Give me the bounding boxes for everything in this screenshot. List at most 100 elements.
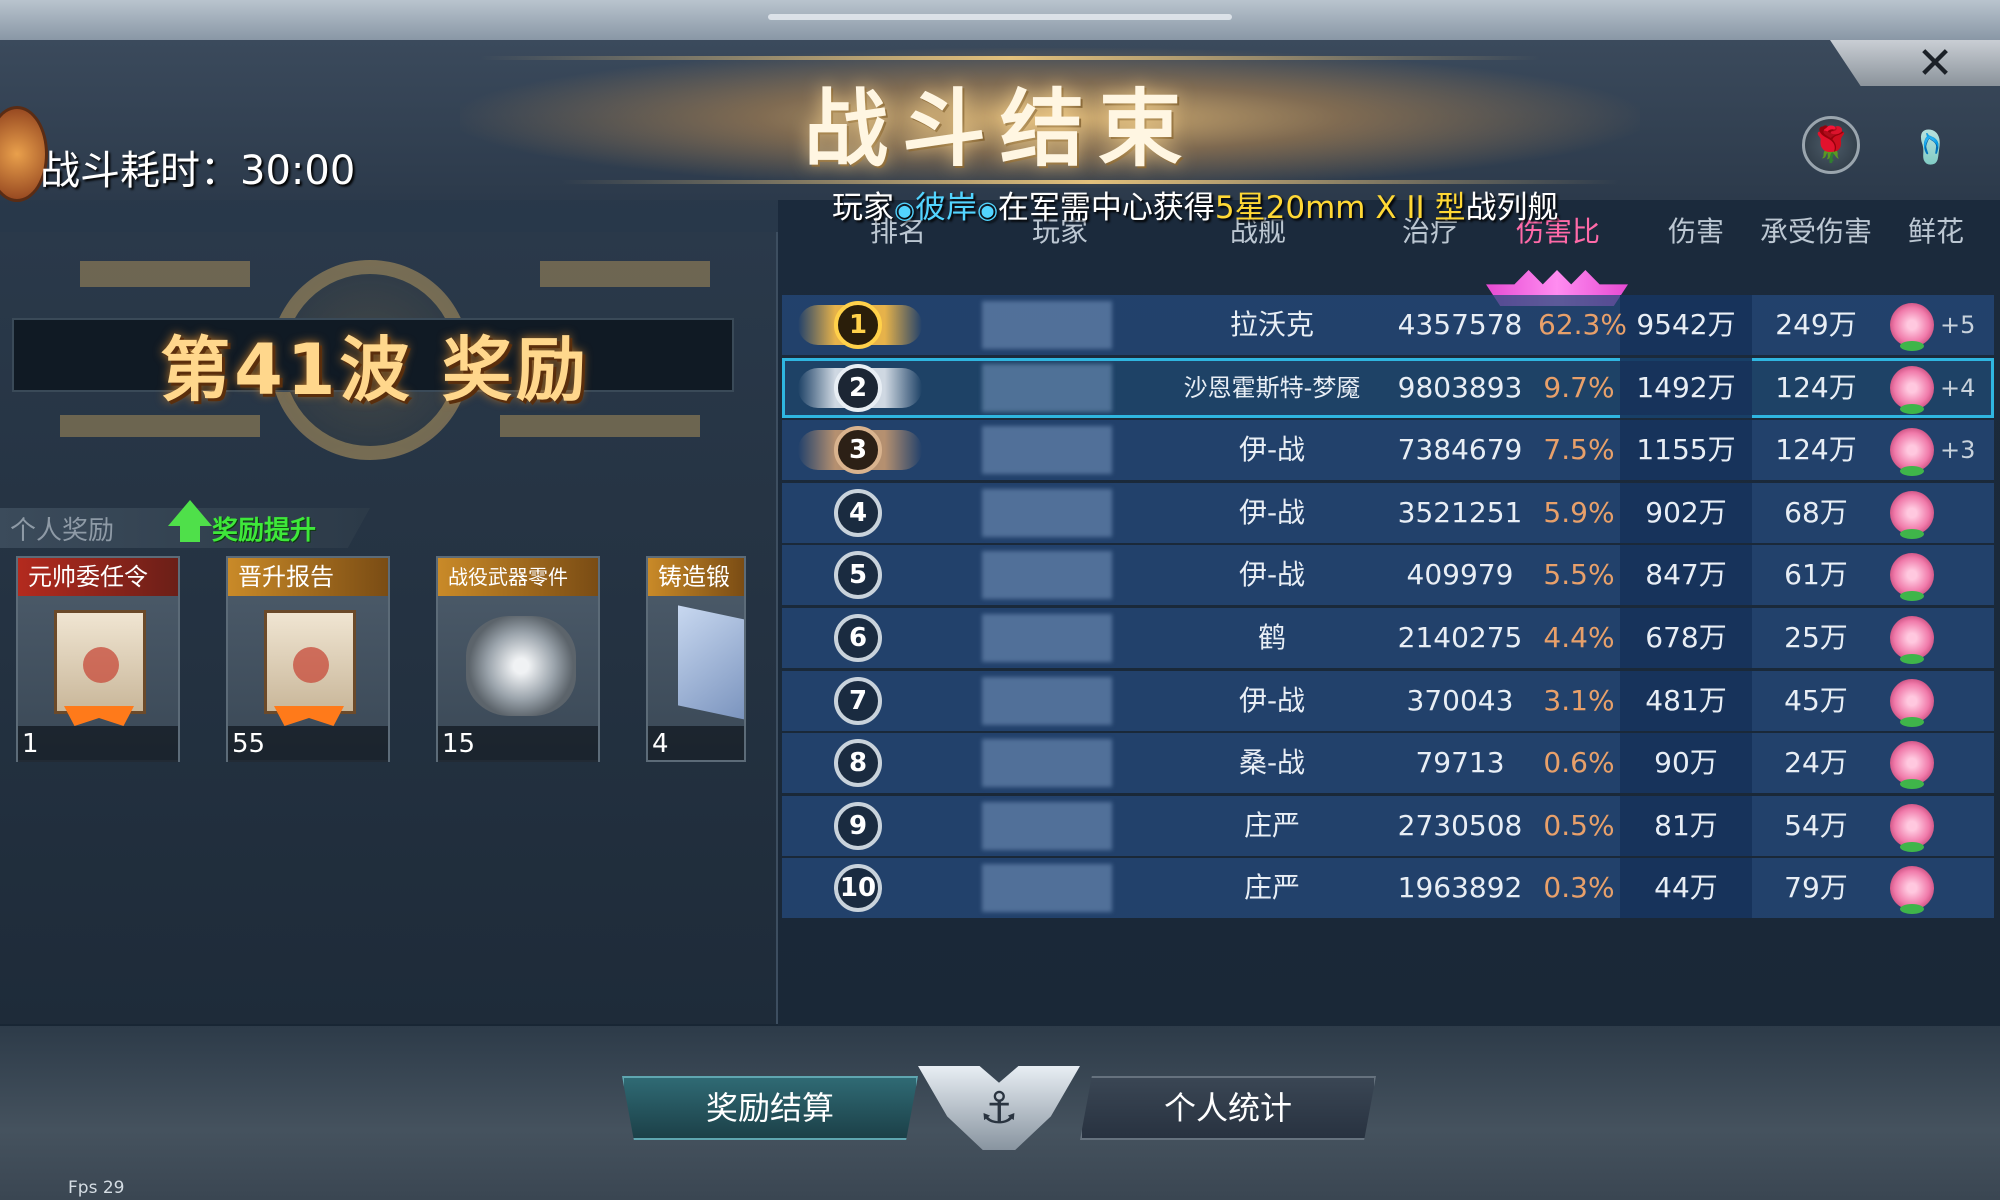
rank-number: 5 <box>834 551 882 599</box>
cell-taken: 249万 <box>1775 308 1857 341</box>
cell-taken: 79万 <box>1784 871 1848 904</box>
cell-dmg: 678万 <box>1645 621 1727 654</box>
reward-qty: 1 <box>18 726 178 762</box>
player-name-redacted[interactable] <box>982 864 1112 912</box>
cell-pct: 4.4% <box>1543 621 1615 654</box>
rose-icon[interactable] <box>1890 679 1934 727</box>
table-row[interactable]: 10 庄严 1963892 0.3% 44万 79万 <box>782 858 1994 918</box>
flower-count: +3 <box>1940 436 1976 464</box>
cell-taken: 25万 <box>1784 621 1848 654</box>
cell-pct: 9.7% <box>1543 371 1615 404</box>
flower-count: +4 <box>1940 374 1976 402</box>
rank-number: 1 <box>834 301 882 349</box>
cell-dmg: 1155万 <box>1636 433 1736 466</box>
player-name-redacted[interactable] <box>982 301 1112 349</box>
table-row[interactable]: 9 庄严 2730508 0.5% 81万 54万 <box>782 796 1994 856</box>
table-row[interactable]: 2 沙恩霍斯特-梦魇 9803893 9.7% 1492万 124万 +4 <box>782 358 1994 418</box>
announcement-marquee: 玩家◉彼岸◉在军需中心获得5星20mm X II 型战列舰 <box>832 182 1559 227</box>
table-row[interactable]: 8 桑-战 79713 0.6% 90万 24万 <box>782 733 1994 793</box>
rose-icon[interactable]: 🌹 <box>1802 116 1860 174</box>
table-row[interactable]: 1 拉沃克 4357578 62.3% 9542万 249万 +5 <box>782 295 1994 355</box>
marquee-prefix: 玩家 <box>832 190 894 226</box>
cell-ship: 庄严 <box>1243 871 1300 904</box>
table-row[interactable]: 6 鹤 2140275 4.4% 678万 25万 <box>782 608 1994 668</box>
marquee-item[interactable]: 5星20mm X II 型 <box>1215 190 1466 226</box>
table-row[interactable]: 3 伊-战 7384679 7.5% 1155万 124万 +3 <box>782 420 1994 480</box>
cell-pct: 5.5% <box>1543 558 1615 591</box>
ribbon-icon <box>64 706 134 726</box>
slipper-icon[interactable]: 🩴 <box>1906 122 1956 172</box>
tab-personal-reward[interactable]: 个人奖励 <box>10 510 114 547</box>
rose-icon[interactable] <box>1890 616 1934 664</box>
cell-dmg: 847万 <box>1645 558 1727 591</box>
cell-taken: 124万 <box>1775 371 1857 404</box>
marquee-suffix: 战列舰 <box>1465 190 1559 226</box>
title-top-line <box>480 56 1540 60</box>
cell-taken: 24万 <box>1784 746 1848 779</box>
cell-ship: 伊-战 <box>1238 558 1306 591</box>
player-name-redacted[interactable] <box>982 739 1112 787</box>
player-name-redacted[interactable] <box>982 802 1112 850</box>
rank-number: 7 <box>834 677 882 725</box>
wave-bar-deco <box>540 261 710 287</box>
cell-pct: 7.5% <box>1543 433 1615 466</box>
cell-heal: 9803893 <box>1397 371 1523 404</box>
cell-ship: 鹤 <box>1257 621 1286 654</box>
reward-card[interactable]: 战役武器零件 15 <box>436 556 600 762</box>
player-name-redacted[interactable] <box>982 364 1112 412</box>
rose-icon[interactable] <box>1890 491 1934 539</box>
cell-pct: 0.5% <box>1543 809 1615 842</box>
rose-icon[interactable] <box>1890 366 1934 414</box>
ribbon-icon <box>274 706 344 726</box>
reward-card[interactable]: 元帅委任令 1 <box>16 556 180 762</box>
reward-card[interactable]: 晋升报告 55 <box>226 556 390 762</box>
player-name-redacted[interactable] <box>982 677 1112 725</box>
rose-icon[interactable] <box>1890 804 1934 852</box>
col-header-dmg: 伤害 <box>1668 215 1725 248</box>
close-icon[interactable]: ✕ <box>1917 40 1954 86</box>
col-header-flowers: 鲜花 <box>1908 215 1965 248</box>
cell-dmg: 9542万 <box>1636 308 1736 341</box>
wave-bar-deco <box>60 415 260 437</box>
fps-counter: Fps 29 <box>68 1178 125 1198</box>
player-name-redacted[interactable] <box>982 551 1112 599</box>
cell-dmg: 81万 <box>1654 809 1718 842</box>
marquee-player[interactable]: 彼岸 <box>915 190 977 226</box>
reward-name: 晋升报告 <box>228 558 388 596</box>
player-name-redacted[interactable] <box>982 489 1112 537</box>
rank-number: 10 <box>834 864 882 912</box>
rank-number: 6 <box>834 614 882 662</box>
rose-icon[interactable] <box>1890 303 1934 351</box>
reward-name: 战役武器零件 <box>438 558 598 596</box>
flower-count: +5 <box>1940 311 1976 339</box>
player-name-redacted[interactable] <box>982 426 1112 474</box>
rose-icon[interactable] <box>1890 866 1934 914</box>
cell-heal: 79713 <box>1415 746 1505 779</box>
rank-number: 4 <box>834 489 882 537</box>
drag-handle[interactable] <box>768 14 1232 20</box>
cell-ship: 桑-战 <box>1238 746 1306 779</box>
reward-card[interactable]: 铸造锻 4 <box>646 556 746 762</box>
player-name-redacted[interactable] <box>982 614 1112 662</box>
marquee-middle: 在军需中心获得 <box>997 190 1215 226</box>
reward-name: 元帅委任令 <box>18 558 178 596</box>
arrow-up-icon <box>168 500 212 526</box>
rose-icon[interactable] <box>1890 741 1934 789</box>
personal-stats-button[interactable]: 个人统计 <box>1080 1076 1376 1140</box>
rank-number: 3 <box>834 426 882 474</box>
rose-icon[interactable] <box>1890 553 1934 601</box>
weapon-part-icon <box>466 616 576 716</box>
wave-bar-deco <box>80 261 250 287</box>
table-row[interactable]: 4 伊-战 3521251 5.9% 902万 68万 <box>782 483 1994 543</box>
reward-settle-button[interactable]: 奖励结算 <box>622 1076 918 1140</box>
table-row[interactable]: 7 伊-战 370043 3.1% 481万 45万 <box>782 671 1994 731</box>
tab-reward-boost[interactable]: 奖励提升 <box>212 510 316 547</box>
cell-ship: 沙恩霍斯特-梦魇 <box>1183 374 1361 402</box>
commission-document-icon <box>54 610 146 714</box>
cell-taken: 45万 <box>1784 684 1848 717</box>
table-row[interactable]: 5 伊-战 409979 5.5% 847万 61万 <box>782 545 1994 605</box>
rose-icon[interactable] <box>1890 428 1934 476</box>
forging-plate-icon <box>678 605 744 727</box>
col-header-taken: 承受伤害 <box>1760 215 1873 248</box>
cell-pct: 5.9% <box>1543 496 1615 529</box>
